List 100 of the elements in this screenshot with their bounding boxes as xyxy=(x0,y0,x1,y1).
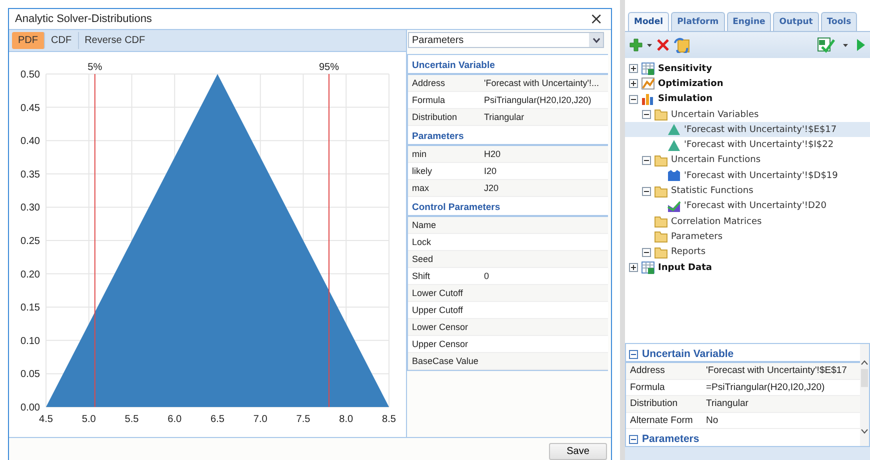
triangle-icon xyxy=(667,138,681,153)
axis-label: 8.0 xyxy=(339,414,354,425)
spreadsheet-icon xyxy=(641,61,655,76)
property-value: PsiTriangular(H20,I20,J20) xyxy=(484,95,592,105)
property-value: 'Forecast with Uncertainty'!$E$17 xyxy=(706,365,848,376)
line-chart-icon xyxy=(641,76,655,92)
section-heading: Uncertain Variable xyxy=(412,60,495,70)
reference-label: 5% xyxy=(88,62,102,73)
axis-label: 0.20 xyxy=(20,269,40,280)
property-name: min xyxy=(412,149,428,159)
tree-item[interactable]: 'Forecast with Uncertainty'!$D$19 xyxy=(625,168,870,184)
section-heading: Control Parameters xyxy=(412,202,500,212)
property-name: Lock xyxy=(412,237,432,247)
tree-item[interactable]: Correlation Matrices xyxy=(625,214,870,230)
collapse-icon[interactable] xyxy=(642,186,651,196)
folder-icon xyxy=(654,214,668,230)
folder-icon xyxy=(654,244,668,260)
axis-label: 7.5 xyxy=(296,414,310,425)
tree-item[interactable]: Uncertain Functions xyxy=(625,152,870,168)
save-button[interactable]: Save xyxy=(549,443,607,460)
property-name: Upper Cutoff xyxy=(412,305,464,315)
property-value: J20 xyxy=(484,183,500,193)
delete-button[interactable] xyxy=(656,38,670,52)
caret-button[interactable] xyxy=(843,44,848,46)
axis-label: 5.0 xyxy=(82,414,96,425)
property-name: Alternate Form xyxy=(630,414,694,426)
folder-icon xyxy=(654,229,668,244)
reference-label: 95% xyxy=(318,62,339,73)
property-value: 0 xyxy=(484,271,490,281)
tree-item[interactable]: 'Forecast with Uncertainty'!$E$17 xyxy=(625,122,870,138)
property-value: No xyxy=(706,414,720,426)
refresh-button[interactable] xyxy=(674,37,690,53)
property-name: Upper Censor xyxy=(412,339,470,349)
view-tab[interactable]: PDF xyxy=(12,32,45,49)
check-icon xyxy=(817,37,835,53)
delete-icon xyxy=(656,38,670,52)
property-name: Address xyxy=(412,78,446,88)
collapse-icon[interactable] xyxy=(642,248,651,257)
triangle-icon xyxy=(667,122,681,138)
bars-icon xyxy=(667,168,681,184)
expand-icon[interactable] xyxy=(629,64,638,74)
tab[interactable]: Engine xyxy=(726,12,772,31)
property-value: 'Forecast with Uncertainty'!... xyxy=(484,78,600,88)
add-icon xyxy=(629,38,643,52)
property-value: Triangular xyxy=(484,112,526,122)
tab[interactable]: Output xyxy=(773,12,819,31)
section-heading: Parameters xyxy=(642,433,700,445)
property-name: Lower Censor xyxy=(412,322,470,332)
area-chart-icon xyxy=(667,198,681,214)
scrollbar-thumb[interactable] xyxy=(861,369,868,387)
axis-label: 0.00 xyxy=(20,402,40,414)
tree-item[interactable]: Input Data xyxy=(625,260,870,276)
panel-dropdown[interactable]: Parameters xyxy=(408,32,604,48)
bar-chart-icon xyxy=(641,92,655,107)
axis-label: 0.05 xyxy=(20,369,40,380)
down-chevron-icon xyxy=(861,429,868,434)
tree-item[interactable]: Sensitivity xyxy=(625,61,870,76)
collapse-icon[interactable] xyxy=(642,110,651,120)
axis-label: 6.5 xyxy=(210,414,224,425)
axis-label: 0.10 xyxy=(20,336,40,347)
expand-icon[interactable] xyxy=(629,263,638,272)
folder-icon xyxy=(654,107,668,122)
check-button[interactable] xyxy=(817,37,835,53)
folder-icon xyxy=(654,184,668,199)
property-name: Seed xyxy=(412,254,434,264)
tab[interactable]: Tools xyxy=(820,12,858,31)
view-tab[interactable]: CDF xyxy=(45,32,79,49)
collapse-icon[interactable] xyxy=(642,156,651,165)
axis-label: 8.5 xyxy=(382,414,396,425)
tree-item[interactable]: Statistic Functions xyxy=(625,183,870,199)
tree-item[interactable]: 'Forecast with Uncertainty'!$I$22 xyxy=(625,137,870,153)
tree-item[interactable]: Optimization xyxy=(625,76,870,92)
tab[interactable]: Platform xyxy=(671,12,725,31)
caret-icon xyxy=(592,38,600,42)
caret-button[interactable] xyxy=(647,44,652,46)
add-button[interactable] xyxy=(629,38,643,52)
close-button[interactable]: × xyxy=(586,11,607,27)
axis-label: 4.5 xyxy=(39,414,53,425)
axis-label: 7.0 xyxy=(253,414,268,425)
tree-item[interactable]: Reports xyxy=(625,244,870,260)
tree-item[interactable]: Uncertain Variables xyxy=(625,106,870,122)
property-value: I20 xyxy=(484,166,498,176)
expand-icon[interactable] xyxy=(629,79,638,88)
section-heading: Uncertain Variable xyxy=(642,348,734,360)
axis-label: 0.35 xyxy=(20,169,40,180)
axis-label: 0.15 xyxy=(20,302,40,314)
folder-icon xyxy=(654,152,668,168)
scrollbar[interactable] xyxy=(860,344,869,446)
tree-item[interactable]: Parameters xyxy=(625,229,870,245)
axis-label: 6.0 xyxy=(168,414,182,425)
play-icon xyxy=(856,38,866,52)
property-name: Formula xyxy=(412,95,446,105)
view-tab[interactable]: Reverse CDF xyxy=(78,32,152,49)
property-name: BaseCase Value xyxy=(412,356,480,366)
collapse-icon[interactable] xyxy=(629,94,638,104)
tree-item[interactable]: 'Forecast with Uncertainty'!D20 xyxy=(625,198,870,214)
axis-label: 0.50 xyxy=(20,70,40,80)
spreadsheet-icon xyxy=(641,260,655,275)
tab[interactable]: Model xyxy=(628,12,670,31)
tree-item[interactable]: Simulation xyxy=(625,92,870,107)
